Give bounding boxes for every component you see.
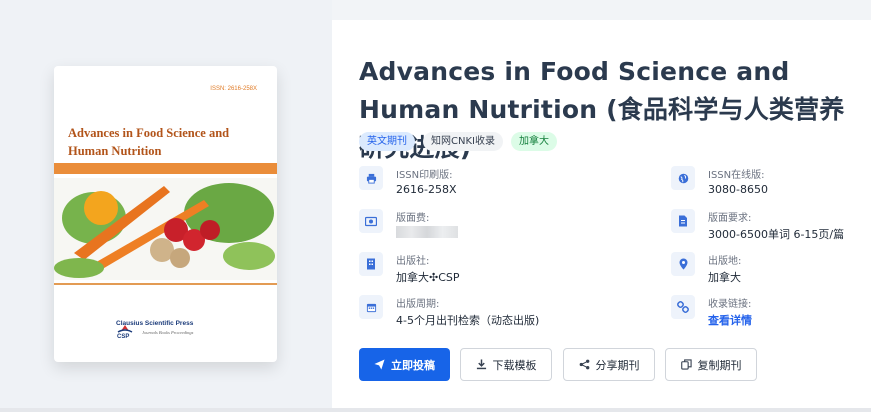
info-value: 2616-258X bbox=[396, 183, 457, 196]
share-label: 分享期刊 bbox=[595, 358, 640, 372]
cover-press-tagline: Journals Books Proceedings bbox=[142, 330, 194, 335]
download-template-button[interactable]: 下载模板 bbox=[460, 348, 552, 381]
download-label: 下载模板 bbox=[492, 358, 537, 372]
share-icon bbox=[579, 359, 589, 370]
copy-icon bbox=[680, 359, 692, 370]
cover-press-name: Clausius Scientific Press bbox=[116, 320, 194, 327]
info-value-blurred bbox=[396, 226, 458, 241]
info-value: 3000-6500单词 6-15页/篇 bbox=[708, 228, 845, 241]
info-value: 3080-8650 bbox=[708, 183, 768, 196]
printer-icon bbox=[359, 166, 383, 190]
info-label: 版面费: bbox=[396, 213, 430, 224]
info-value: 加拿大✣CSP bbox=[396, 271, 460, 284]
submit-label: 立即投稿 bbox=[391, 358, 435, 372]
info-label: 收录链接: bbox=[708, 299, 752, 310]
cover-issn: ISSN: 2616-258X bbox=[210, 86, 257, 92]
info-issn-print: ISSN印刷版: 2616-258X bbox=[359, 166, 559, 202]
tag-index: 知网CNKI收录 bbox=[423, 132, 503, 151]
cover-band bbox=[54, 163, 277, 174]
info-page-requirements: 版面要求: 3000-6500单词 6-15页/篇 bbox=[671, 209, 871, 245]
location-pin-icon bbox=[671, 252, 695, 276]
info-place: 出版地: 加拿大 bbox=[671, 252, 871, 288]
cover-logo-text: CSP bbox=[117, 334, 130, 340]
info-label: ISSN在线版: bbox=[708, 170, 765, 181]
info-label: ISSN印刷版: bbox=[396, 170, 453, 181]
view-details-link[interactable]: 查看详情 bbox=[708, 312, 752, 328]
blurred-value bbox=[396, 226, 458, 238]
bottom-divider bbox=[0, 408, 871, 412]
tag-country: 加拿大 bbox=[510, 132, 557, 151]
cover-title: Advances in Food Science and Human Nutri… bbox=[68, 126, 230, 158]
document-icon bbox=[671, 209, 695, 233]
link-icon bbox=[671, 295, 695, 319]
info-index-link: 收录链接: 查看详情 bbox=[671, 295, 871, 331]
info-label: 出版社: bbox=[396, 256, 430, 267]
share-journal-button[interactable]: 分享期刊 bbox=[563, 348, 655, 381]
cover-photo-vegetables bbox=[54, 178, 277, 280]
info-issn-online: ISSN在线版: 3080-8650 bbox=[671, 166, 871, 202]
download-icon bbox=[476, 359, 486, 370]
copy-journal-button[interactable]: 复制期刊 bbox=[665, 348, 757, 381]
cover-panel: ISSN: 2616-258X Advances in Food Science… bbox=[0, 0, 332, 412]
globe-icon bbox=[671, 166, 695, 190]
copy-label: 复制期刊 bbox=[697, 358, 742, 372]
journal-cover: ISSN: 2616-258X Advances in Food Science… bbox=[54, 66, 277, 362]
info-page-fee: 版面费: bbox=[359, 209, 559, 245]
tag-language: 英文期刊 bbox=[359, 132, 415, 151]
info-label: 版面要求: bbox=[708, 213, 752, 224]
info-value: 加拿大 bbox=[708, 271, 741, 284]
calendar-icon bbox=[359, 295, 383, 319]
tag-list: 英文期刊 知网CNKI收录 加拿大 bbox=[359, 132, 557, 151]
info-value: 4-5个月出刊检索（动态出版) bbox=[396, 314, 540, 327]
info-cycle: 出版周期: 4-5个月出刊检索（动态出版) bbox=[359, 295, 559, 331]
info-label: 出版地: bbox=[708, 256, 742, 267]
building-icon bbox=[359, 252, 383, 276]
submit-paper-button[interactable]: 立即投稿 bbox=[359, 348, 450, 381]
cover-rule bbox=[54, 283, 277, 285]
info-publisher: 出版社: 加拿大✣CSP bbox=[359, 252, 559, 288]
money-icon bbox=[359, 209, 383, 233]
journal-detail-panel: Advances in Food Science and Human Nutri… bbox=[332, 20, 871, 408]
info-label: 出版周期: bbox=[396, 299, 440, 310]
send-icon bbox=[374, 359, 385, 370]
